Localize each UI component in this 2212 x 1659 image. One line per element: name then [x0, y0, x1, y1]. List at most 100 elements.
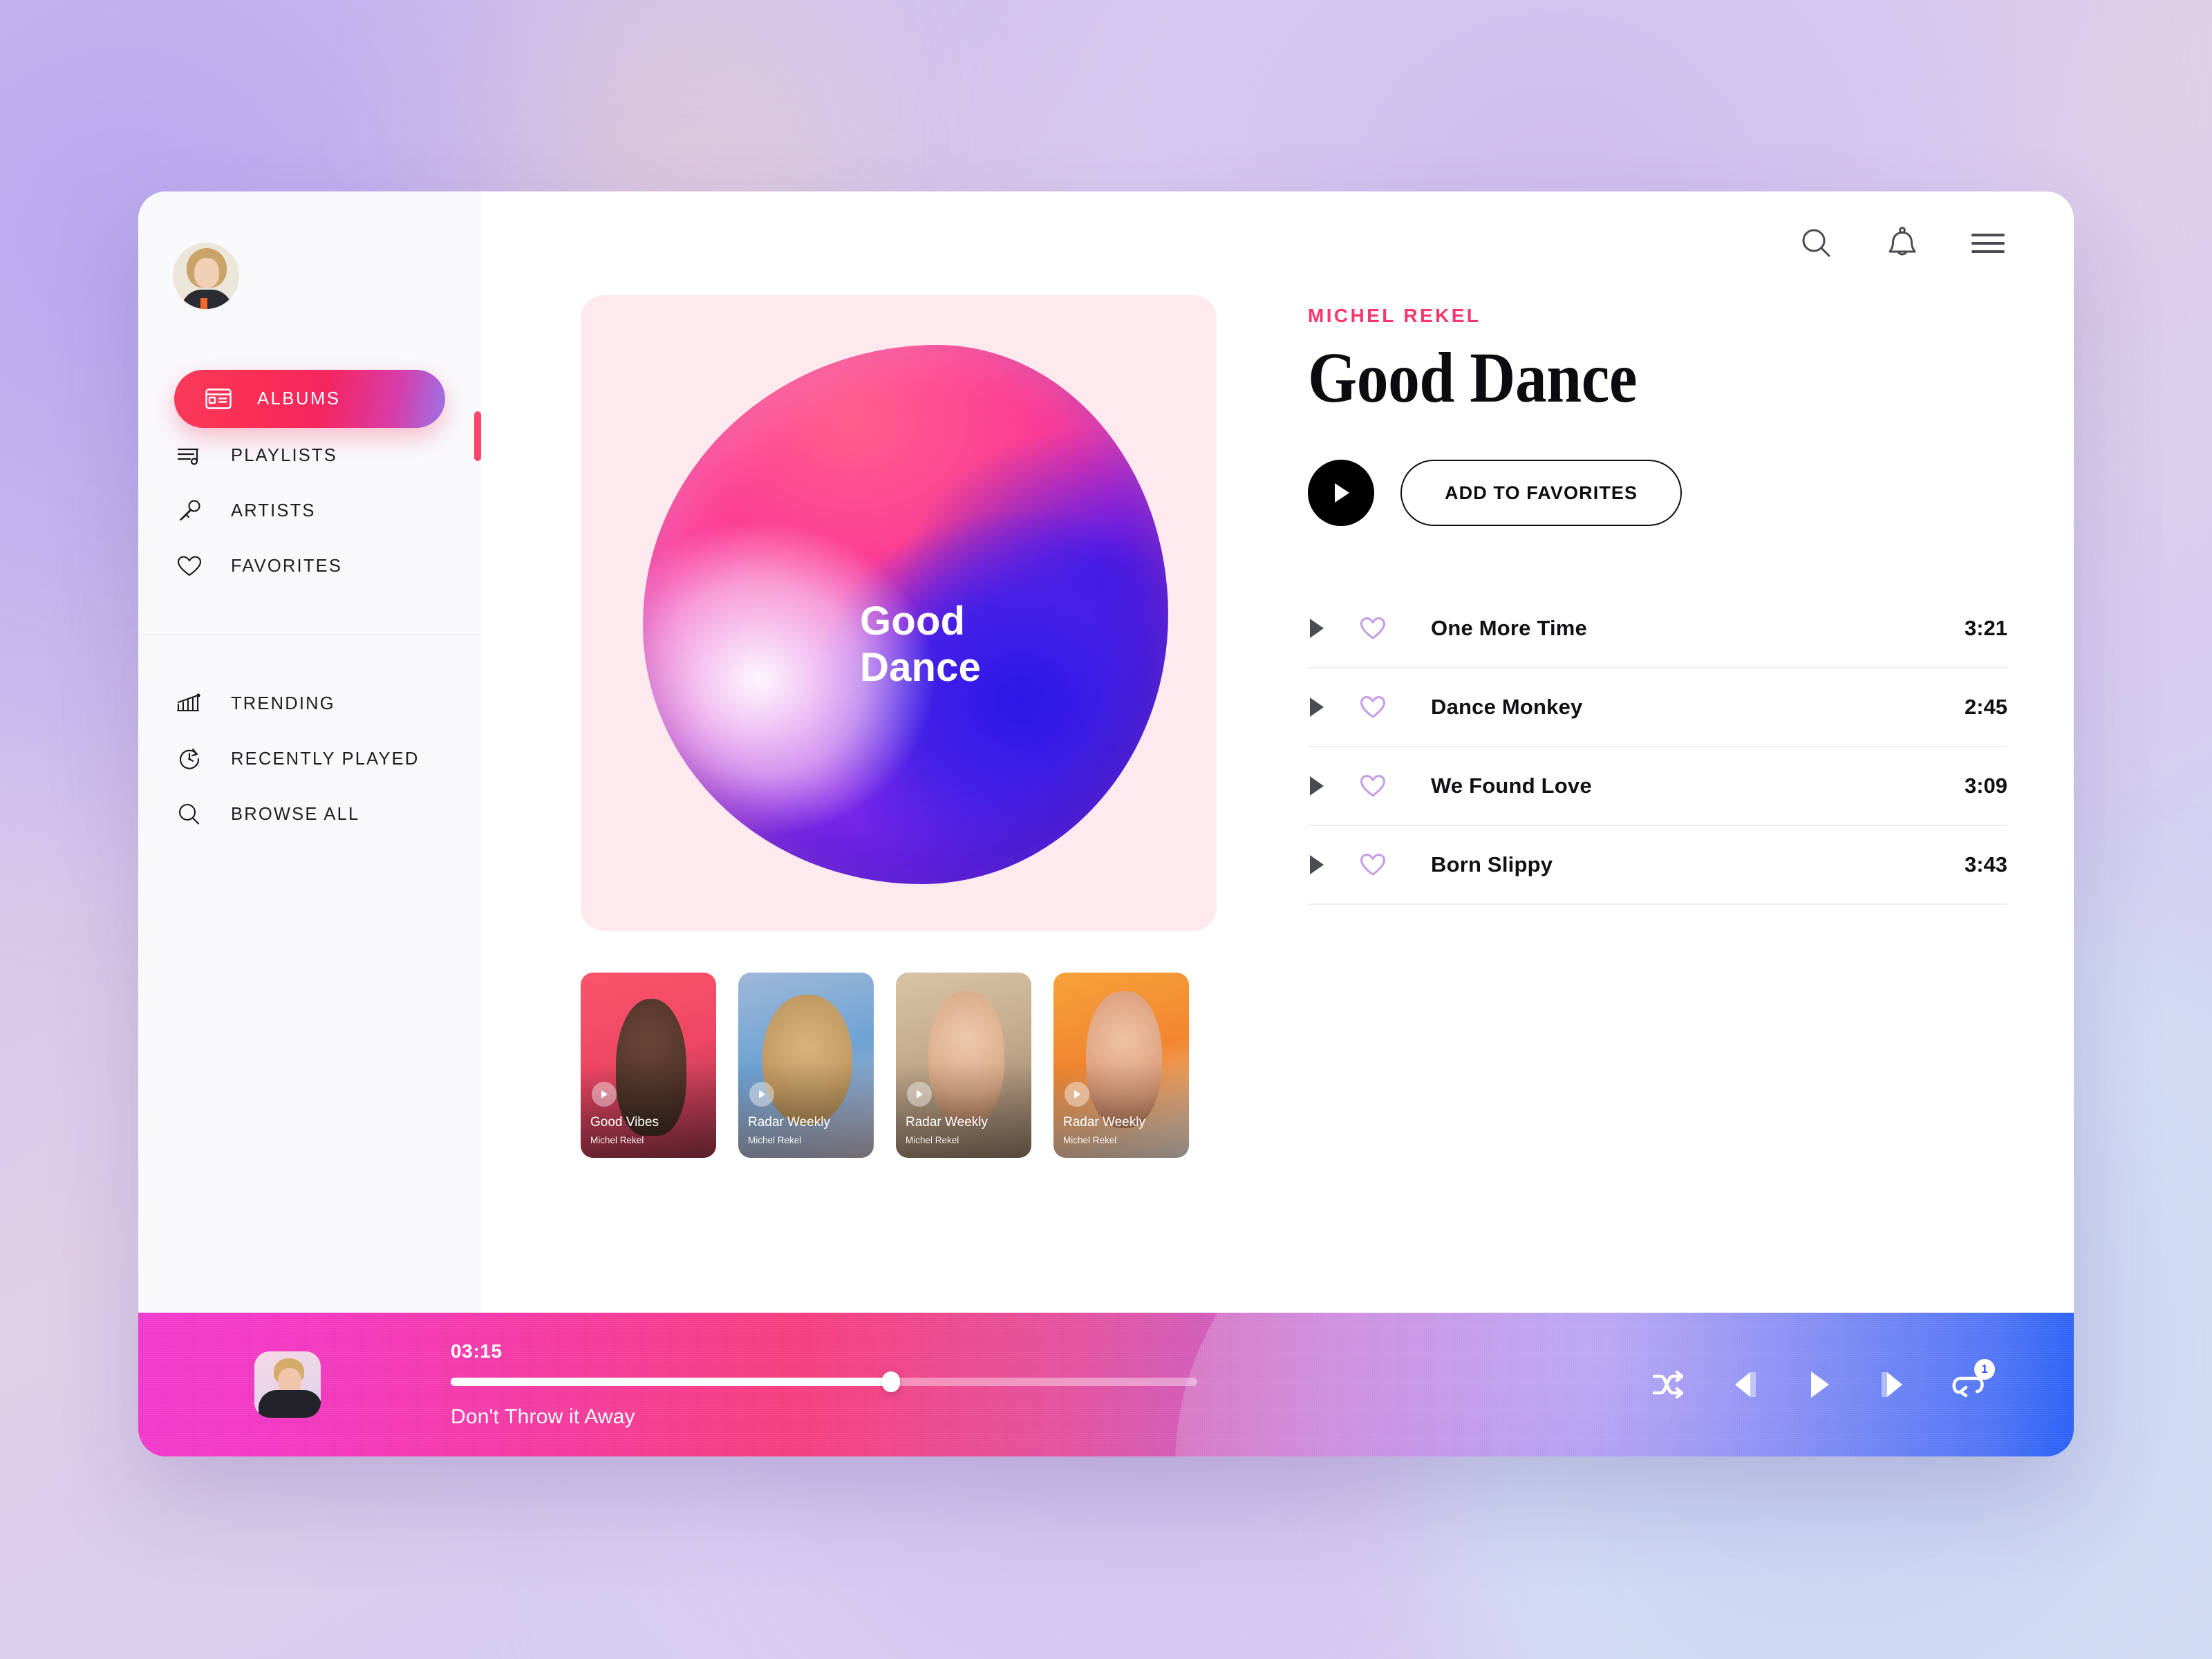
track-duration: 2:45 — [1964, 695, 2007, 719]
thumbnail-title: Radar Weekly — [906, 1115, 988, 1130]
bell-icon[interactable] — [1886, 225, 1919, 261]
artwork-title-line1: Good — [860, 599, 966, 644]
sidebar-item-label: TRENDING — [231, 693, 335, 713]
playlist-icon — [174, 440, 205, 471]
sidebar-item-label: RECENTLY PLAYED — [231, 749, 420, 769]
album-thumbnail[interactable]: Radar Weekly Michel Rekel — [1053, 973, 1189, 1158]
album-actions: ADD TO FAVORITES — [1308, 460, 2007, 526]
heart-icon[interactable] — [1359, 774, 1431, 798]
now-playing-title: Don't Throw it Away — [451, 1405, 635, 1428]
table-row[interactable]: One More Time 3:21 — [1308, 590, 2007, 668]
progress-bar[interactable] — [451, 1371, 1197, 1392]
search-icon — [174, 799, 205, 830]
heart-icon[interactable] — [1359, 616, 1431, 641]
app-body: ALBUMS PLAYLISTS ARTISTS FAVORITES TREND… — [138, 191, 2074, 1313]
sidebar-primary-nav: ALBUMS PLAYLISTS ARTISTS FAVORITES — [138, 370, 481, 594]
repeat-count-badge: 1 — [1974, 1359, 1995, 1380]
artwork-title-line2: Dance — [860, 645, 982, 691]
sidebar: ALBUMS PLAYLISTS ARTISTS FAVORITES TREND… — [138, 191, 481, 1313]
sidebar-item-artists[interactable]: ARTISTS — [138, 483, 481, 538]
sidebar-item-label: ALBUMS — [257, 388, 341, 409]
heart-icon[interactable] — [1359, 852, 1431, 877]
current-time: 03:15 — [451, 1340, 503, 1362]
repeat-one-icon[interactable]: 1 — [1951, 1359, 1995, 1400]
content-area: Good Dance Good Vibes Michel Rekel Radar… — [481, 295, 2074, 1158]
microphone-icon — [174, 496, 205, 526]
heart-icon[interactable] — [1359, 695, 1431, 720]
sidebar-item-recently-played[interactable]: RECENTLY PLAYED — [138, 731, 481, 787]
table-row[interactable]: Born Slippy 3:43 — [1308, 826, 2007, 905]
track-title: Born Slippy — [1431, 852, 1553, 877]
track-title: We Found Love — [1431, 774, 1592, 798]
sidebar-item-browse-all[interactable]: BROWSE ALL — [138, 787, 481, 842]
active-tab-indicator — [474, 411, 481, 461]
track-duration: 3:09 — [1964, 774, 2007, 798]
play-icon[interactable] — [592, 1082, 617, 1107]
thumbnail-title: Good Vibes — [590, 1115, 659, 1130]
sidebar-item-label: FAVORITES — [231, 556, 343, 576]
app-window: ALBUMS PLAYLISTS ARTISTS FAVORITES TREND… — [138, 191, 2074, 1456]
hamburger-menu-icon[interactable] — [1970, 229, 2006, 258]
artwork-column: Good Dance Good Vibes Michel Rekel Radar… — [581, 295, 1217, 1158]
play-icon[interactable] — [749, 1082, 774, 1107]
album-detail-column: MICHEL REKEL Good Dance ADD TO FAVORITES — [1308, 295, 2007, 905]
artwork-title: Good Dance — [860, 598, 981, 691]
previous-track-icon[interactable] — [1730, 1369, 1761, 1400]
track-title: One More Time — [1431, 616, 1587, 640]
now-playing-artwork[interactable] — [254, 1351, 321, 1418]
top-bar — [481, 191, 2074, 295]
related-albums-row: Good Vibes Michel Rekel Radar Weekly Mic… — [581, 973, 1217, 1158]
thumbnail-title: Radar Weekly — [1063, 1115, 1145, 1130]
sidebar-item-label: BROWSE ALL — [231, 804, 360, 824]
progress-fill — [451, 1378, 892, 1386]
heart-icon — [174, 551, 205, 581]
play-icon[interactable] — [1308, 696, 1359, 718]
progress-section: 03:15 Don't Throw it Away — [451, 1340, 1197, 1429]
track-list: One More Time 3:21 Dance Monkey 2:45 We … — [1308, 590, 2007, 905]
sidebar-item-trending[interactable]: TRENDING — [138, 676, 481, 731]
add-to-favorites-button[interactable]: ADD TO FAVORITES — [1400, 460, 1683, 526]
sidebar-item-favorites[interactable]: FAVORITES — [138, 538, 481, 594]
player-bar: 03:15 Don't Throw it Away 01:25 — [138, 1313, 2074, 1456]
sidebar-item-playlists[interactable]: PLAYLISTS — [138, 428, 481, 483]
track-title: Dance Monkey — [1431, 695, 1583, 719]
thumbnail-artist: Michel Rekel — [590, 1135, 644, 1145]
album-thumbnail[interactable]: Good Vibes Michel Rekel — [581, 973, 716, 1158]
album-thumbnail[interactable]: Radar Weekly Michel Rekel — [738, 973, 874, 1158]
table-row[interactable]: Dance Monkey 2:45 — [1308, 668, 2007, 747]
transport-controls: 1 — [1651, 1359, 1995, 1400]
sidebar-secondary-nav: TRENDING RECENTLY PLAYED BROWSE ALL — [138, 635, 481, 842]
play-album-button[interactable] — [1308, 460, 1374, 526]
albums-icon — [203, 384, 234, 414]
progress-knob[interactable] — [882, 1371, 901, 1392]
track-duration: 3:43 — [1964, 852, 2007, 877]
thumbnail-title: Radar Weekly — [748, 1115, 830, 1130]
sidebar-item-label: ARTISTS — [231, 500, 316, 521]
avatar-accent — [200, 298, 207, 309]
play-icon[interactable] — [1308, 775, 1359, 797]
thumbnail-artist: Michel Rekel — [1063, 1135, 1117, 1145]
shuffle-icon[interactable] — [1651, 1369, 1687, 1400]
play-icon[interactable] — [1308, 617, 1359, 639]
sidebar-item-label: PLAYLISTS — [231, 445, 337, 465]
clock-icon — [174, 744, 205, 774]
album-thumbnail[interactable]: Radar Weekly Michel Rekel — [896, 973, 1031, 1158]
thumbnail-artist: Michel Rekel — [906, 1135, 959, 1145]
table-row[interactable]: We Found Love 3:09 — [1308, 747, 2007, 826]
mini-art-body — [259, 1390, 321, 1418]
bar-chart-icon — [174, 688, 205, 719]
main-content: Good Dance Good Vibes Michel Rekel Radar… — [481, 191, 2074, 1313]
artist-name: MICHEL REKEL — [1308, 305, 1481, 326]
play-icon[interactable] — [907, 1082, 932, 1107]
avatar-face — [194, 258, 219, 288]
thumbnail-artist: Michel Rekel — [748, 1135, 802, 1145]
track-duration: 3:21 — [1964, 616, 2007, 640]
search-icon[interactable] — [1799, 225, 1835, 261]
sidebar-item-albums[interactable]: ALBUMS — [174, 370, 445, 428]
play-icon[interactable] — [1308, 854, 1359, 876]
play-icon[interactable] — [1804, 1369, 1833, 1400]
avatar[interactable] — [173, 243, 239, 309]
play-icon[interactable] — [1065, 1082, 1089, 1107]
album-artwork[interactable]: Good Dance — [581, 295, 1217, 931]
next-track-icon[interactable] — [1876, 1369, 1908, 1400]
